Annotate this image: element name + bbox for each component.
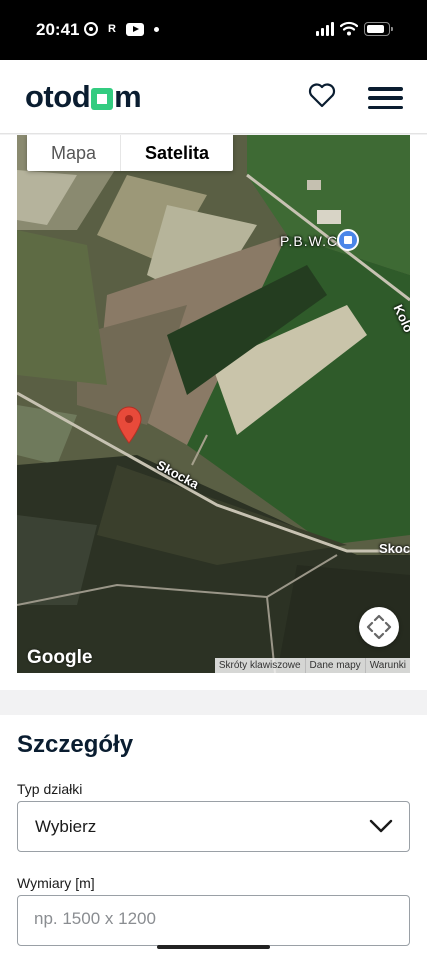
wifi-icon xyxy=(340,21,358,36)
dimensions-label: Wymiary [m] xyxy=(17,875,95,891)
keyboard-shortcuts-link[interactable]: Skróty klawiszowe xyxy=(215,658,305,673)
dimensions-field[interactable] xyxy=(17,895,410,946)
terms-link[interactable]: Warunki xyxy=(364,658,410,673)
plot-type-value: Wybierz xyxy=(35,817,97,836)
status-bar: 20:41 R xyxy=(0,0,427,60)
notification-icons: R xyxy=(84,22,159,36)
menu-icon[interactable] xyxy=(368,87,403,109)
road-label-skoc: Skoc xyxy=(379,541,410,556)
plot-type-select[interactable]: Wybierz xyxy=(17,801,410,852)
tab-satellite[interactable]: Satelita xyxy=(121,135,233,171)
poi-label: P.B.W.C. xyxy=(280,233,343,249)
home-indicator[interactable] xyxy=(157,945,270,949)
satellite-map[interactable]: Mapa Satelita P.B.W.C. Skocka Skoc Kolo … xyxy=(17,135,410,673)
battery-icon xyxy=(364,22,393,36)
dot-icon xyxy=(153,26,159,32)
r-icon: R xyxy=(108,23,116,35)
details-section: Szczegóły Typ działki Wybierz Wymiary [m… xyxy=(0,715,427,960)
fullscreen-icon xyxy=(366,614,392,640)
poi-icon[interactable] xyxy=(337,229,359,251)
youtube-icon xyxy=(125,22,144,36)
chrome-icon xyxy=(84,22,98,36)
signal-icon xyxy=(316,22,334,36)
map-attribution: Skróty klawiszowe Dane mapy Warunki xyxy=(214,658,410,673)
app-header: otod m xyxy=(0,60,427,134)
satellite-imagery xyxy=(17,135,410,673)
status-time: 20:41 xyxy=(36,20,80,39)
tab-map[interactable]: Mapa xyxy=(27,135,122,171)
heart-icon[interactable] xyxy=(308,82,336,108)
google-logo: Google xyxy=(27,647,93,668)
fullscreen-button[interactable] xyxy=(359,607,399,647)
map-card: Mapa Satelita P.B.W.C. Skocka Skoc Kolo … xyxy=(0,135,427,690)
dimensions-input[interactable] xyxy=(34,909,384,929)
otodom-logo[interactable]: otod m xyxy=(25,79,142,115)
chevron-down-icon xyxy=(369,819,393,833)
map-type-control: Mapa Satelita xyxy=(27,135,234,171)
logo-o-square xyxy=(91,88,114,110)
plot-type-label: Typ działki xyxy=(17,781,83,797)
details-title: Szczegóły xyxy=(17,731,134,758)
location-pin-icon[interactable] xyxy=(116,406,142,444)
map-data-link[interactable]: Dane mapy xyxy=(304,658,365,673)
